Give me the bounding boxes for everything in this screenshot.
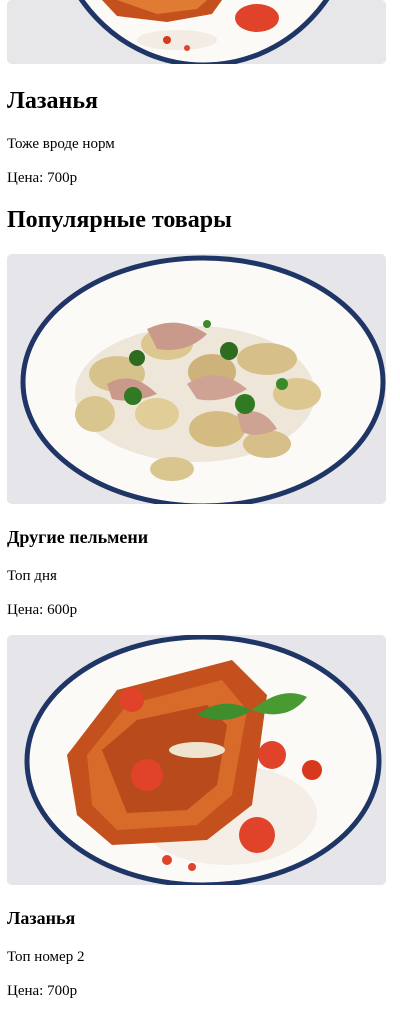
lasagna-price: Цена: 700р — [7, 983, 78, 999]
dumplings-description: Топ дня — [7, 568, 57, 584]
lasagna-image[interactable] — [7, 635, 386, 885]
lasagna-description: Топ номер 2 — [7, 949, 85, 965]
dumplings-image[interactable] — [7, 254, 386, 504]
top-product-image[interactable] — [7, 0, 386, 64]
dumplings-price: Цена: 600р — [7, 602, 78, 618]
lasagna-title: Лазанья — [7, 908, 76, 928]
top-product-description: Тоже вроде норм — [7, 136, 115, 152]
dumplings-title: Другие пельмени — [7, 527, 149, 547]
top-product-price: Цена: 700р — [7, 170, 78, 186]
popular-heading: Популярные товары — [7, 207, 232, 233]
top-product-title: Лазанья — [7, 88, 99, 114]
product-page: Лазанья Тоже вроде норм Цена: 700р Попул… — [0, 0, 400, 1009]
